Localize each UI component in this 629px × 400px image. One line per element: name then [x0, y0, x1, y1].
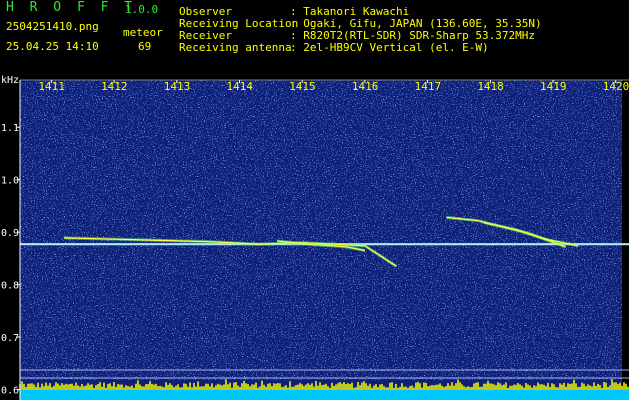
y-tick-label: 1.0: [1, 176, 19, 187]
header-panel: H R O F F T 1.0.0 2504251410.png meteor …: [0, 0, 629, 72]
x-tick-label: 1414: [226, 80, 253, 93]
app-version: 1.0.0: [125, 3, 159, 16]
spectrum-base: [20, 390, 629, 400]
x-tick-label: 1419: [540, 80, 567, 93]
x-tick-label: 1412: [101, 80, 128, 93]
x-tick-label: 1420: [603, 80, 629, 93]
x-tick-label: 1416: [352, 80, 379, 93]
app-name: H R O F F T: [6, 0, 137, 15]
x-tick-label: 1413: [164, 80, 191, 93]
x-tick-label: 1411: [38, 80, 65, 93]
y-axis-unit-label: kHz: [1, 75, 19, 86]
spectrogram-noise: [20, 80, 622, 380]
antenna-value: : 2el-HB9CV Vertical (el. E-W): [290, 41, 489, 54]
y-tick-label: 0.6: [1, 386, 19, 397]
image-filename: 2504251410.png: [6, 20, 99, 33]
x-tick-label: 1417: [415, 80, 442, 93]
antenna-label: Receiving antenna: [179, 41, 292, 54]
capture-datetime: 25.04.25 14:10: [6, 40, 99, 53]
x-tick-label: 1418: [477, 80, 504, 93]
waterfall-spectrogram: 1411 1412 1413 1414 1415 1416 1417 1418 1419 1420…: [1, 75, 629, 400]
y-tick-label: 0.8: [1, 281, 19, 292]
x-tick-label: 1415: [289, 80, 316, 93]
y-tick-label: 0.7: [1, 333, 19, 344]
y-tick-label: 1.1: [1, 123, 19, 134]
y-tick-label: 0.9: [1, 228, 19, 239]
meteor-count: 69: [138, 40, 152, 53]
meteor-label: meteor: [123, 26, 163, 39]
